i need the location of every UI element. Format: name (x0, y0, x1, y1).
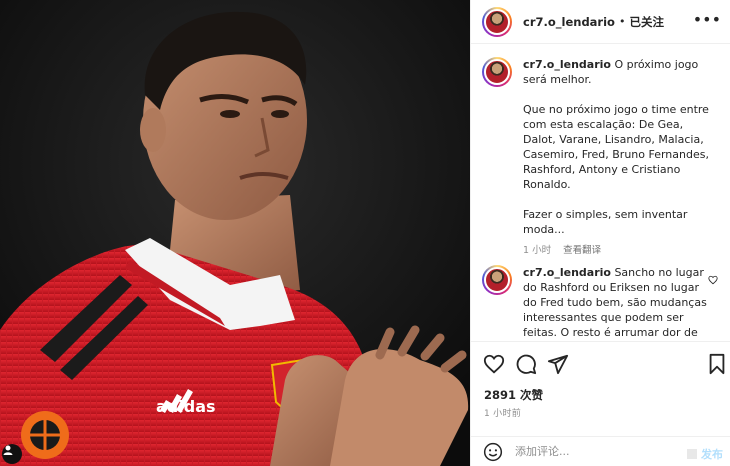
caption-time[interactable]: 1 小时 (523, 243, 551, 258)
heart-icon[interactable] (708, 275, 718, 285)
post-button-label: 发布 (701, 448, 723, 461)
avatar[interactable] (482, 6, 512, 37)
follow-status-button[interactable]: 已关注 (629, 14, 664, 30)
player-photo: adidas (0, 0, 470, 466)
caption: cr7.o_lendario O próximo jogo será melho… (482, 57, 722, 258)
caption-text: O próximo jogo será melhor. Que no próxi… (523, 58, 709, 236)
comments-list[interactable]: cr7.o_lendario O próximo jogo será melho… (471, 45, 730, 341)
avatar[interactable] (482, 265, 512, 295)
action-bar (471, 341, 730, 385)
user-tag-button[interactable] (2, 444, 22, 464)
caption-username[interactable]: cr7.o_lendario (523, 58, 611, 71)
separator-dot: • (618, 15, 626, 28)
comment-input[interactable] (515, 445, 675, 458)
comment-icon[interactable] (515, 353, 537, 375)
comment-username[interactable]: cr7.o_lendario (523, 266, 611, 279)
likes-count[interactable]: 2891 次赞 (484, 387, 543, 403)
post-timestamp[interactable]: 1 小时前 (484, 406, 521, 419)
see-translation-button[interactable]: 查看翻译 (563, 243, 601, 258)
post-header: cr7.o_lendario • 已关注 ••• (471, 0, 730, 44)
more-horizontal-icon[interactable]: ••• (693, 12, 721, 28)
person-icon (3, 445, 13, 455)
avatar[interactable] (482, 57, 512, 87)
emoji-icon[interactable] (483, 442, 503, 462)
share-icon[interactable] (547, 353, 569, 375)
adidas-wordmark: adidas (156, 397, 216, 416)
post-image[interactable]: adidas (0, 0, 470, 466)
post-username[interactable]: cr7.o_lendario (523, 15, 615, 29)
post-comment-button[interactable]: 发布 (687, 446, 723, 462)
heart-icon[interactable] (483, 353, 505, 375)
add-comment-bar: 发布 (471, 436, 730, 466)
list-item: cr7.o_lendario Sancho no lugar do Rashfo… (482, 265, 722, 340)
post-details-panel: cr7.o_lendario • 已关注 ••• cr7.o_lendario … (470, 0, 730, 466)
bookmark-icon[interactable] (706, 353, 728, 375)
resize-handle-icon (687, 449, 697, 459)
